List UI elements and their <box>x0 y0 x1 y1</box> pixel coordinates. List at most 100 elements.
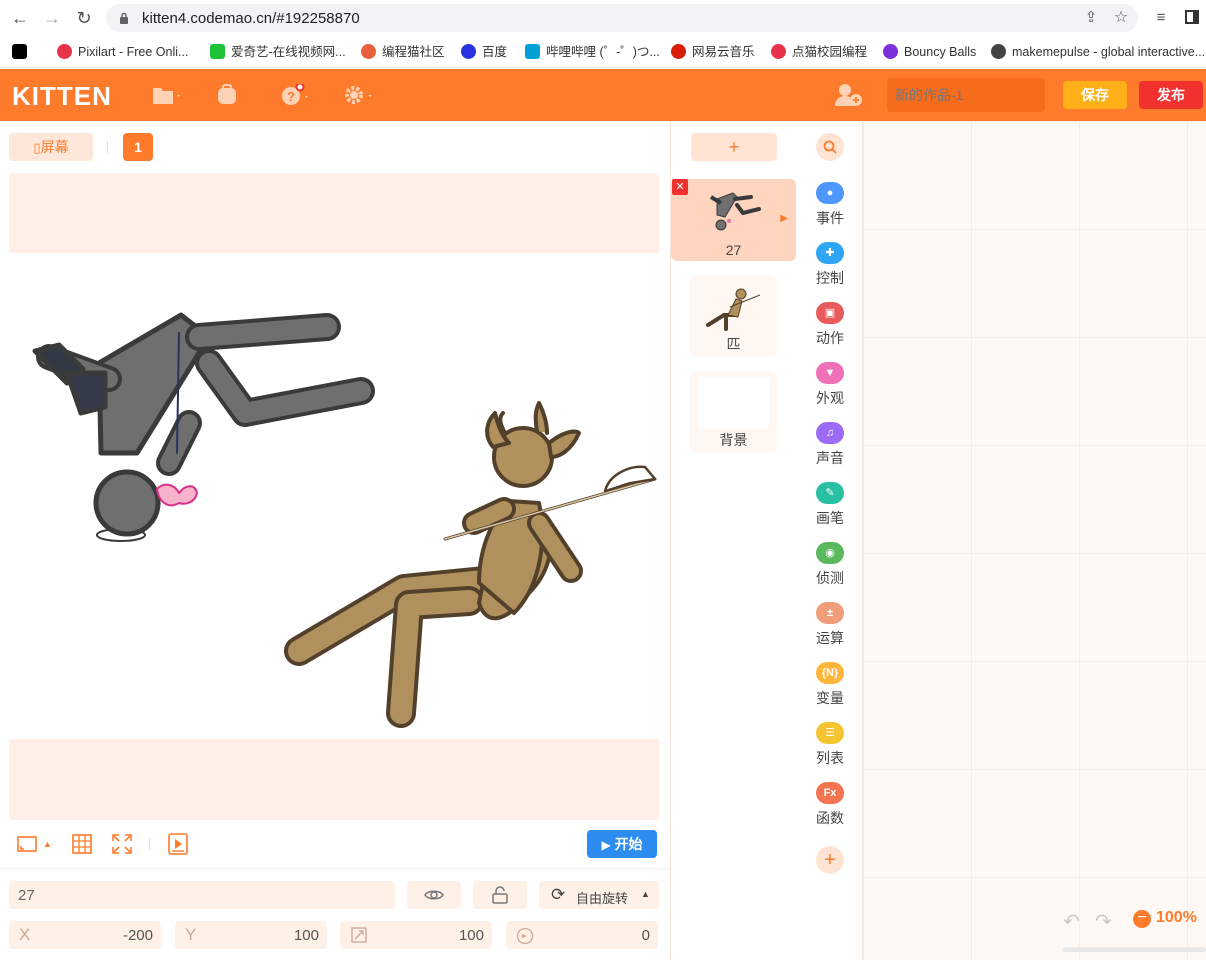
category-sound[interactable]: ♫ 声音 <box>797 422 863 472</box>
zoom-level: 100% <box>1156 909 1197 926</box>
pen-icon: ✎ <box>816 482 844 504</box>
kitten-logo: KITTEN <box>12 81 112 111</box>
zoom-out-icon[interactable]: − <box>1133 910 1151 928</box>
bookmark-pixilart[interactable]: Pixilart - Free Onli... <box>57 42 188 62</box>
back-arrow-icon[interactable]: ← <box>10 8 30 28</box>
star-icon[interactable]: ☆ <box>1111 8 1131 28</box>
control-gamepad-icon: ✚ <box>816 242 844 264</box>
reading-list-icon[interactable]: ≡ <box>1151 8 1171 28</box>
category-sensing[interactable]: ◉ 侦测 <box>797 542 863 592</box>
category-variables[interactable]: {N} 变量 <box>797 662 863 712</box>
add-extension-button[interactable]: + <box>816 846 844 874</box>
video-play-icon[interactable] <box>167 833 189 855</box>
add-collaborator-icon[interactable] <box>834 82 864 106</box>
bookmark-iqiyi[interactable]: 爱奇艺-在线视频网... <box>210 42 346 62</box>
sprite-27-figure[interactable] <box>32 312 375 542</box>
bookmark-bilibili[interactable]: 哔哩哔哩 (゜-゜)つ... <box>525 42 660 62</box>
x-coordinate-field[interactable]: X -200 <box>9 921 161 949</box>
play-icon: ▶ <box>601 838 611 852</box>
panel-divider <box>0 868 670 869</box>
bilibili-icon <box>525 44 540 59</box>
eye-icon <box>424 890 444 900</box>
events-icon: ● <box>816 182 844 204</box>
fullscreen-icon[interactable] <box>16 833 38 855</box>
ball-icon <box>883 44 898 59</box>
project-title-input[interactable] <box>887 78 1045 112</box>
category-events[interactable]: ● 事件 <box>797 182 863 232</box>
redo-icon[interactable]: ↷ <box>1095 909 1112 934</box>
sprite-card-pi[interactable]: 匹 <box>690 275 777 357</box>
bookmark-netease-music[interactable]: 网易云音乐 <box>671 42 755 62</box>
folder-icon[interactable] <box>152 84 182 106</box>
variables-icon: {N} <box>816 662 844 684</box>
expand-icon[interactable] <box>111 833 133 855</box>
bookmark-codemao-community[interactable]: 编程猫社区 <box>361 42 445 62</box>
size-field[interactable]: 100 <box>340 921 492 949</box>
looks-shirt-icon: ▼ <box>816 362 844 384</box>
iqiyi-icon <box>210 44 225 59</box>
heart-icon <box>57 44 72 59</box>
codemao-icon <box>361 44 376 59</box>
sprite-list-panel: + ✕ ▶ 27 匹 背景 <box>670 121 797 960</box>
stage-scene <box>32 312 657 728</box>
sprite-card-27[interactable]: ✕ ▶ 27 <box>671 179 796 261</box>
grid-icon[interactable] <box>71 833 93 855</box>
bookmark-dianmao-campus[interactable]: 点猫校园编程 <box>771 42 867 62</box>
address-bar[interactable]: kitten4.codemao.cn/#192258870 <box>106 4 1138 32</box>
forward-arrow-icon[interactable]: → <box>42 8 62 28</box>
direction-field[interactable]: 0 <box>506 921 658 949</box>
rotation-mode-select[interactable]: ⟳ 自由旋转 ▲ <box>539 881 659 909</box>
lock-icon <box>119 11 129 24</box>
bookmarks-bar: Pixilart - Free Onli... 爱奇艺-在线视频网... 编程猫… <box>0 36 1206 68</box>
background-card[interactable]: 背景 <box>690 371 777 453</box>
reload-icon[interactable]: ↻ <box>74 8 94 28</box>
horizontal-scrollbar[interactable] <box>1063 947 1206 952</box>
category-looks[interactable]: ▼ 外观 <box>797 362 863 412</box>
category-pen[interactable]: ✎ 画笔 <box>797 482 863 532</box>
code-workspace[interactable]: ↶ ↷ − <box>863 121 1206 960</box>
visibility-toggle[interactable] <box>407 881 461 909</box>
category-operators[interactable]: ± 运算 <box>797 602 863 652</box>
rotate-icon: ⟳ <box>551 885 566 904</box>
screen-number-tab[interactable]: 1 <box>123 133 153 161</box>
sprite-name-input[interactable] <box>9 881 395 909</box>
caret-up-icon[interactable]: ▲ <box>43 833 65 855</box>
settings-gear-icon[interactable] <box>344 84 374 106</box>
chevron-right-icon[interactable]: ▶ <box>780 213 788 224</box>
bookmark-makemepulse[interactable]: makemepulse - global interactive... <box>991 42 1205 62</box>
bookmark-baidu[interactable]: 百度 <box>461 42 507 62</box>
category-control[interactable]: ✚ 控制 <box>797 242 863 292</box>
devil-sprite-thumbnail <box>706 288 761 331</box>
save-button[interactable]: 保存 <box>1063 81 1127 109</box>
screen-button[interactable]: ▯屏幕 <box>9 133 93 161</box>
divider <box>149 838 150 850</box>
background-thumbnail <box>698 377 769 429</box>
search-blocks-button[interactable] <box>816 133 844 161</box>
undo-icon[interactable]: ↶ <box>1063 909 1080 934</box>
y-coordinate-field[interactable]: Y 100 <box>175 921 327 949</box>
category-motion[interactable]: ▣ 动作 <box>797 302 863 352</box>
bookmark-tiktok[interactable] <box>12 42 33 62</box>
stage-canvas[interactable] <box>9 253 659 739</box>
functions-fx-icon: Fx <box>816 782 844 804</box>
help-icon[interactable]: ? <box>280 82 310 106</box>
share-icon[interactable]: ⇪ <box>1081 8 1101 28</box>
screen-icon: ▯ <box>33 140 41 155</box>
browser-toolbar: ← → ↻ kitten4.codemao.cn/#192258870 ⇪ ☆ … <box>0 0 1206 36</box>
stage-panel: ▯屏幕 1 ▲ ▶ 开始 27 ⟳ 自由旋转 ▲ X -200 Y 100 10… <box>0 121 670 960</box>
start-button[interactable]: ▶ 开始 <box>587 830 657 858</box>
add-sprite-button[interactable]: + <box>691 133 777 161</box>
delete-sprite-icon[interactable]: ✕ <box>672 179 688 195</box>
bookmark-bouncy-balls[interactable]: Bouncy Balls <box>883 42 976 62</box>
category-lists[interactable]: ☰ 列表 <box>797 722 863 772</box>
publish-button[interactable]: 发布 <box>1139 81 1203 109</box>
lock-toggle[interactable] <box>473 881 527 909</box>
category-functions[interactable]: Fx 函数 <box>797 782 863 832</box>
url-text: kitten4.codemao.cn/#192258870 <box>142 10 360 27</box>
sprite-devil-figure[interactable] <box>284 401 657 728</box>
app-header: KITTEN ? 保存 发布 <box>0 69 1206 121</box>
resize-icon <box>351 927 367 943</box>
backpack-icon[interactable] <box>216 84 246 106</box>
side-panel-icon[interactable] <box>1185 10 1199 24</box>
operators-icon: ± <box>816 602 844 624</box>
